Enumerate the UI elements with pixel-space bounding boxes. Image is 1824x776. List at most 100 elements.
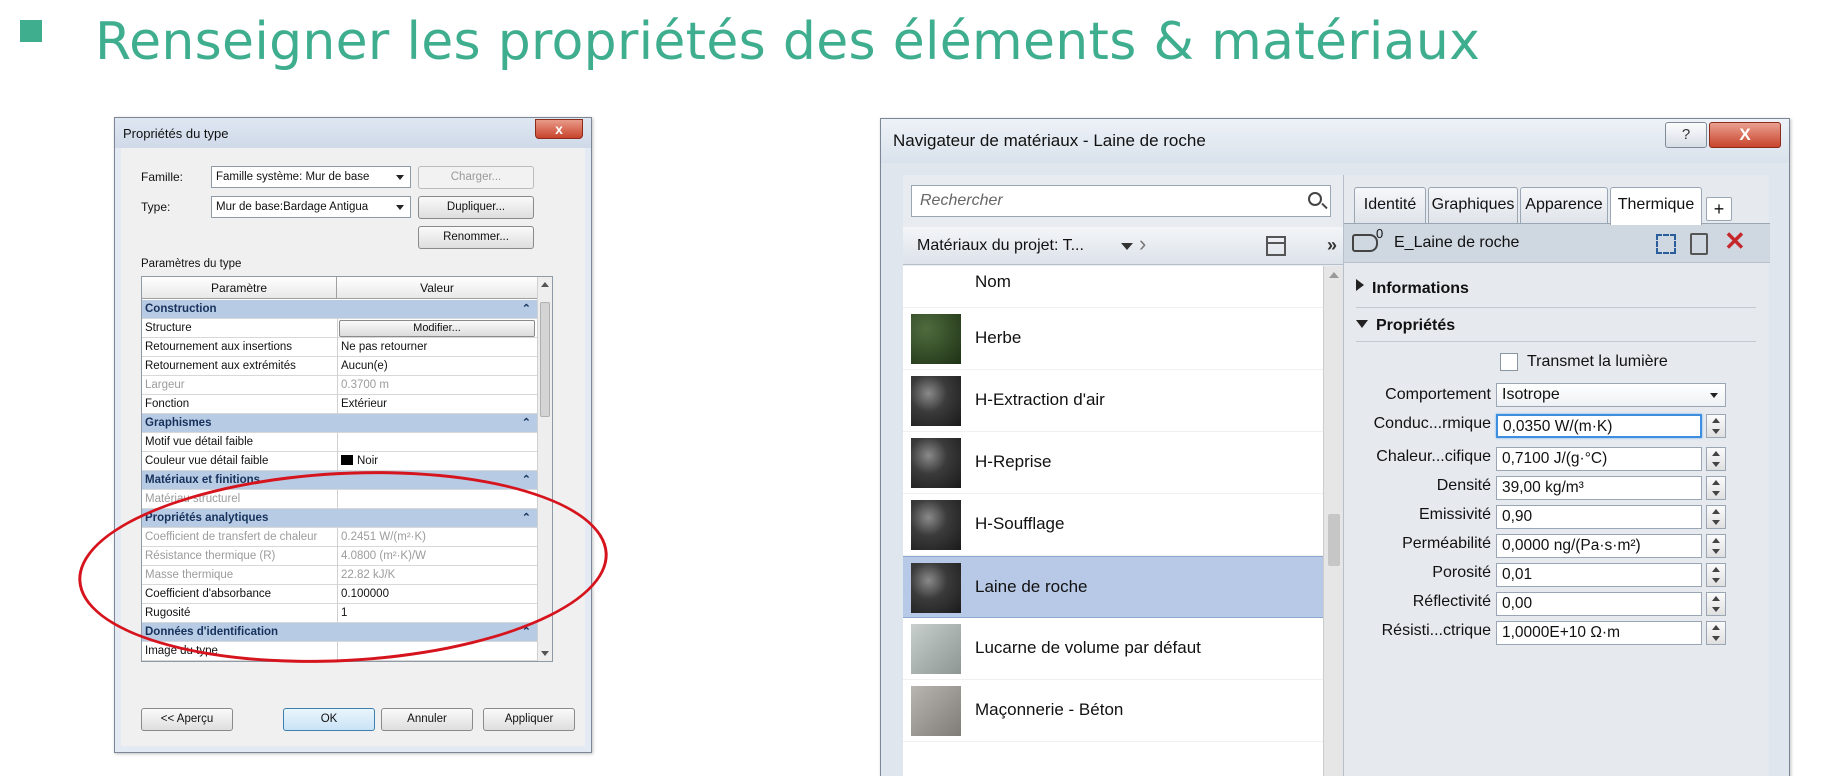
tab-graphiques[interactable]: Graphiques — [1428, 187, 1518, 223]
famille-select[interactable]: Famille système: Mur de base — [211, 166, 411, 188]
spinner[interactable] — [1706, 563, 1726, 587]
apercu-button[interactable]: << Aperçu — [141, 708, 233, 731]
collapse-icon[interactable]: ⌃ — [522, 416, 531, 429]
structure-modify-button[interactable]: Modifier... — [339, 320, 535, 337]
row-ret-extremites[interactable]: Retournement aux extrémités Aucun(e) — [142, 357, 537, 376]
list-scrollbar[interactable] — [1323, 266, 1343, 776]
spinner[interactable] — [1706, 505, 1726, 529]
library-breadcrumb: Matériaux du projet: T... › » — [903, 227, 1343, 265]
chevron-down-icon — [1710, 393, 1718, 398]
row-rugosite[interactable]: Rugosité 1 — [142, 604, 537, 623]
help-button[interactable]: ? — [1665, 122, 1707, 148]
annuler-button[interactable]: Annuler — [381, 708, 473, 731]
search-input[interactable]: Rechercher — [911, 185, 1331, 217]
hand-icon — [1352, 234, 1378, 252]
material-browser-dialog: Navigateur de matériaux - Laine de roche… — [880, 118, 1790, 776]
emissivite-field[interactable]: 0,90 — [1496, 505, 1702, 529]
duplicate-asset-icon[interactable] — [1690, 233, 1708, 255]
color-swatch — [341, 455, 353, 465]
tab-identite[interactable]: Identité — [1354, 187, 1426, 223]
renommer-button[interactable]: Renommer... — [418, 226, 534, 249]
row-motif[interactable]: Motif vue détail faible — [142, 433, 537, 452]
section-identification[interactable]: Données d'identification ⌃ — [142, 623, 537, 642]
spinner[interactable] — [1706, 414, 1726, 438]
list-item[interactable]: H-Extraction d'air — [903, 370, 1323, 432]
row-absorbance[interactable]: Coefficient d'absorbance 0.100000 — [142, 585, 537, 604]
list-item[interactable]: Maçonnerie - Béton — [903, 680, 1323, 742]
spinner[interactable] — [1706, 621, 1726, 645]
slide-bullet — [20, 20, 42, 42]
replace-asset-icon[interactable] — [1656, 234, 1676, 254]
add-asset-button[interactable]: + — [1706, 197, 1732, 221]
section-analytiques[interactable]: Propriétés analytiques ⌃ — [142, 509, 537, 528]
section-informations[interactable]: Informations — [1356, 279, 1469, 298]
conductivite-field[interactable]: 0,0350 W/(m·K) — [1496, 414, 1702, 438]
editor-scrollbar[interactable] — [1763, 263, 1769, 776]
section-materiaux[interactable]: Matériaux et finitions ⌃ — [142, 471, 537, 490]
slide: Renseigner les propriétés des éléments &… — [0, 0, 1824, 776]
list-item[interactable]: H-Soufflage — [903, 494, 1323, 556]
reflectivite-field[interactable]: 0,00 — [1496, 592, 1702, 616]
expand-icon — [1356, 279, 1364, 291]
collapse-icon[interactable]: ⌃ — [522, 511, 531, 524]
chaleur-specifique-field[interactable]: 0,7100 J/(g·°C) — [1496, 447, 1702, 471]
row-image[interactable]: Image du type — [142, 642, 537, 661]
spinner[interactable] — [1706, 592, 1726, 616]
section-graphismes[interactable]: Graphismes ⌃ — [142, 414, 537, 433]
delete-asset-icon[interactable]: ✕ — [1724, 226, 1746, 257]
list-item[interactable]: Herbe — [903, 308, 1323, 370]
col-param[interactable]: Paramètre — [142, 277, 337, 299]
chevron-down-icon — [396, 205, 404, 210]
prop-label: Emissivité — [1418, 506, 1491, 523]
scroll-up-icon[interactable] — [1329, 272, 1339, 278]
transmet-label: Transmet la lumière — [1527, 353, 1668, 370]
material-dialog-titlebar[interactable]: Navigateur de matériaux - Laine de roche… — [881, 119, 1789, 163]
breadcrumb-arrow-icon: › — [1139, 231, 1147, 256]
collapse-icon[interactable]: ⌃ — [522, 302, 531, 315]
scroll-up-icon[interactable] — [541, 282, 549, 287]
spinner[interactable] — [1706, 534, 1726, 558]
porosite-field[interactable]: 0,01 — [1496, 563, 1702, 587]
scroll-thumb[interactable] — [1328, 514, 1340, 566]
permeabilite-field[interactable]: 0,0000 ng/(Pa·s·m²) — [1496, 534, 1702, 558]
row-ret-insertions[interactable]: Retournement aux insertions Ne pas retou… — [142, 338, 537, 357]
famille-label: Famille: — [141, 170, 184, 184]
params-label: Paramètres du type — [141, 258, 242, 270]
scroll-thumb[interactable] — [540, 302, 550, 417]
transmet-checkbox[interactable] — [1500, 353, 1518, 371]
row-fonction[interactable]: Fonction Extérieur — [142, 395, 537, 414]
col-value[interactable]: Valeur — [338, 277, 536, 299]
collapse-icon[interactable]: ⌃ — [522, 473, 531, 486]
more-icon[interactable]: » — [1327, 235, 1337, 256]
search-icon[interactable] — [1308, 192, 1322, 206]
list-item-selected[interactable]: Laine de roche — [903, 556, 1323, 618]
ok-button[interactable]: OK — [283, 708, 375, 731]
material-dialog-close-button[interactable]: X — [1709, 122, 1781, 148]
tab-thermique[interactable]: Thermique — [1610, 187, 1702, 225]
list-header[interactable]: Nom — [903, 266, 1323, 320]
appliquer-button[interactable]: Appliquer — [483, 708, 575, 731]
material-list-pane: Rechercher Matériaux du projet: T... › »… — [903, 175, 1343, 776]
comportement-select[interactable]: Isotrope — [1496, 383, 1726, 407]
type-dialog-titlebar[interactable]: Propriétés du type x — [115, 118, 591, 148]
breadcrumb-label[interactable]: Matériaux du projet: T... — [917, 237, 1084, 255]
dupliquer-button[interactable]: Dupliquer... — [418, 196, 534, 219]
section-construction[interactable]: Construction ⌃ — [142, 300, 537, 319]
resistivite-field[interactable]: 1,0000E+10 Ω·m — [1496, 621, 1702, 645]
densite-field[interactable]: 39,00 kg/m³ — [1496, 476, 1702, 500]
type-select[interactable]: Mur de base:Bardage Antigua — [211, 196, 411, 218]
spinner[interactable] — [1706, 476, 1726, 500]
collapse-icon[interactable]: ⌃ — [522, 625, 531, 638]
section-proprietes[interactable]: Propriétés — [1356, 317, 1455, 335]
scroll-down-icon[interactable] — [541, 651, 549, 656]
chevron-down-icon[interactable] — [1121, 243, 1133, 250]
row-couleur[interactable]: Couleur vue détail faible Noir — [142, 452, 537, 471]
list-item[interactable]: H-Reprise — [903, 432, 1323, 494]
grid-scrollbar[interactable] — [537, 277, 552, 661]
list-item[interactable]: Lucarne de volume par défaut — [903, 618, 1323, 680]
spinner[interactable] — [1706, 447, 1726, 471]
tab-apparence[interactable]: Apparence — [1520, 187, 1608, 223]
type-dialog-close-button[interactable]: x — [535, 119, 583, 139]
view-panel-icon[interactable] — [1266, 236, 1286, 256]
charger-button[interactable]: Charger... — [418, 166, 534, 189]
